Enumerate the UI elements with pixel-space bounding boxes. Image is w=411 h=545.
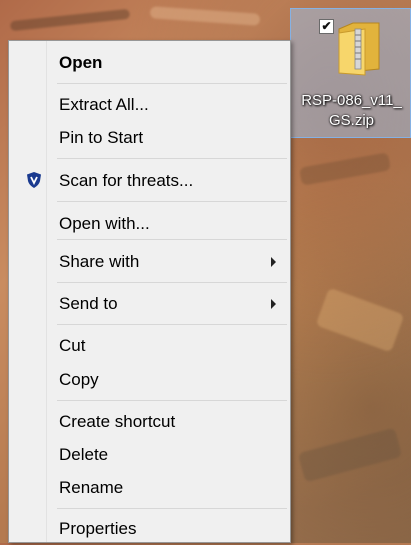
menu-item-create-shortcut[interactable]: Create shortcut [11, 405, 288, 438]
file-name-line2: GS.zip [328, 112, 374, 129]
menu-item-extract-all[interactable]: Extract All... [11, 88, 288, 121]
menu-item-label: Delete [59, 445, 109, 464]
menu-item-label: Copy [59, 370, 99, 389]
menu-item-send-to[interactable]: Send to [11, 287, 288, 320]
file-name-line1: RSP-086_v11_ [301, 92, 402, 109]
context-menu: Open Extract All... Pin to Start Scan fo… [8, 40, 291, 543]
desktop-file-icon[interactable]: ✔ RSP-086_v11_ GS.zip [290, 8, 411, 138]
menu-item-label: Pin to Start [59, 128, 144, 147]
menu-separator [57, 158, 287, 159]
menu-separator [57, 83, 287, 84]
menu-item-label: Cut [59, 336, 86, 355]
bg-streak [315, 287, 405, 353]
menu-item-scan-for-threats[interactable]: Scan for threats... [11, 164, 288, 197]
shield-icon [27, 172, 41, 188]
submenu-arrow-icon [271, 257, 276, 267]
menu-item-label: Open with... [59, 214, 150, 233]
menu-item-properties[interactable]: Properties [11, 512, 288, 545]
submenu-arrow-icon [271, 299, 276, 309]
bg-streak [297, 427, 403, 483]
menu-item-label: Share with [59, 252, 140, 271]
menu-item-rename[interactable]: Rename [11, 471, 288, 504]
menu-item-label: Open [59, 53, 103, 72]
file-select-checkbox[interactable]: ✔ [319, 19, 334, 34]
menu-item-cut[interactable]: Cut [11, 329, 288, 362]
bg-streak [299, 152, 391, 186]
menu-item-label: Properties [59, 519, 137, 538]
menu-item-share-with[interactable]: Share with [11, 245, 288, 278]
menu-separator [57, 508, 287, 509]
bg-streak [9, 8, 131, 32]
menu-item-label: Scan for threats... [59, 171, 194, 190]
menu-item-delete[interactable]: Delete [11, 438, 288, 471]
menu-item-pin-to-start[interactable]: Pin to Start [11, 121, 288, 154]
menu-item-label: Send to [59, 294, 118, 313]
menu-item-label: Rename [59, 478, 124, 497]
menu-item-copy[interactable]: Copy [11, 363, 288, 396]
menu-separator [57, 282, 287, 283]
menu-item-open-with[interactable]: Open with... [11, 207, 288, 240]
bg-streak [149, 6, 261, 26]
file-name-label: RSP-086_v11_ GS.zip [291, 91, 411, 131]
menu-separator [57, 239, 287, 240]
menu-item-label: Extract All... [59, 95, 149, 114]
zip-folder-icon [338, 22, 380, 76]
menu-item-label: Create shortcut [59, 412, 176, 431]
menu-item-open[interactable]: Open [11, 46, 288, 79]
menu-separator [57, 400, 287, 401]
menu-separator [57, 201, 287, 202]
menu-separator [57, 324, 287, 325]
